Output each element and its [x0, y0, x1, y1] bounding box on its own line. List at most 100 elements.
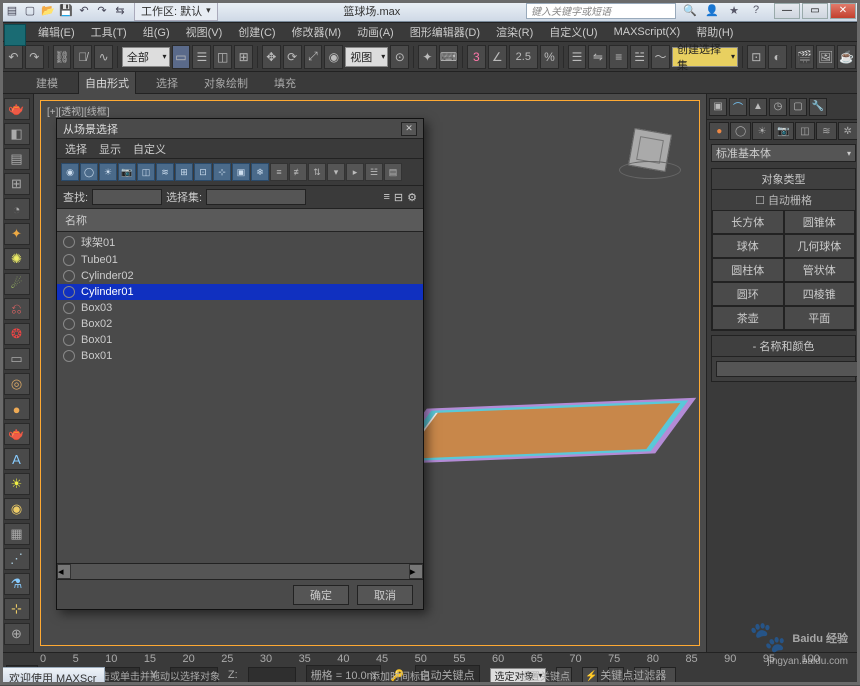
search-icon[interactable]: 🔍 [682, 4, 698, 17]
menu-animation[interactable]: 动画(A) [349, 24, 402, 40]
prim-cylinder-button[interactable]: 圆柱体 [712, 258, 784, 282]
teapot2-icon[interactable]: 🫖 [4, 423, 30, 445]
select-region-button[interactable]: ◫ [213, 45, 232, 69]
filter-helper-icon[interactable]: ◫ [137, 163, 155, 181]
scene-floor-object[interactable] [399, 402, 683, 460]
filter-geom-icon[interactable]: ◉ [61, 163, 79, 181]
minimize-button[interactable]: — [774, 3, 800, 19]
biped-icon[interactable]: ⚗ [4, 573, 30, 595]
menu-modifiers[interactable]: 修改器(M) [284, 24, 350, 40]
omni-icon[interactable]: ◉ [4, 498, 30, 520]
workspace-dropdown[interactable]: 工作区: 默认 [134, 1, 218, 21]
help-icon[interactable]: ? [748, 4, 764, 17]
bind-spacewarp-button[interactable]: ∿ [94, 45, 113, 69]
camera-icon[interactable]: ☄ [4, 273, 30, 295]
filter-xref-icon[interactable]: ⊡ [194, 163, 212, 181]
selset-input[interactable] [206, 189, 306, 205]
scale-button[interactable]: ⤢ [304, 45, 323, 69]
clock-icon[interactable]: ◷ [769, 98, 787, 116]
cameras-tab-icon[interactable]: 📷 [773, 122, 793, 140]
list-h-scrollbar[interactable]: ◂ ▸ [57, 563, 423, 579]
list-item[interactable]: Tube01 [57, 252, 423, 268]
schematic-view-button[interactable]: ⊡ [747, 45, 766, 69]
scroll-right-button[interactable]: ▸ [409, 564, 423, 579]
help-search-input[interactable]: 键入关键字或短语 [526, 3, 676, 19]
list-column-name[interactable]: 名称 [57, 208, 423, 232]
snap-toggle-button[interactable]: 3 [467, 45, 486, 69]
motion-icon[interactable]: ⊞ [4, 173, 30, 195]
list-item[interactable]: 球架01 [57, 232, 423, 252]
teapot-icon[interactable]: 🫖 [4, 98, 30, 120]
list-view-icon[interactable]: ≡ [383, 191, 389, 203]
maximize-button[interactable]: ▭ [802, 3, 828, 19]
key-filter-button[interactable]: ⚡ 关键点过滤器 [585, 667, 666, 683]
filter-shape-icon[interactable]: ◯ [80, 163, 98, 181]
list-item[interactable]: Box01 [57, 348, 423, 364]
redo-icon[interactable]: ↷ [94, 3, 110, 19]
menu-customize[interactable]: 自定义(U) [541, 24, 605, 40]
list-item[interactable]: Box02 [57, 316, 423, 332]
viewcube-ring[interactable] [619, 161, 681, 179]
menu-views[interactable]: 视图(V) [178, 24, 231, 40]
prim-teapot-button[interactable]: 茶壶 [712, 306, 784, 330]
display-all-icon[interactable]: ≡ [270, 163, 288, 181]
render-button[interactable]: ☕ [837, 45, 856, 69]
dialog-menu-display[interactable]: 显示 [99, 141, 121, 157]
object-name-input[interactable] [716, 361, 860, 377]
tab-freeform[interactable]: 自由形式 [78, 71, 136, 94]
pivot-button[interactable]: ⊙ [390, 45, 409, 69]
open-icon[interactable]: 📂 [40, 3, 56, 19]
object-type-header[interactable]: 对象类型 [712, 169, 855, 190]
tab-object-paint[interactable]: 对象绘制 [198, 72, 254, 94]
rendered-frame-button[interactable]: 🖼 [816, 45, 835, 69]
scroll-left-button[interactable]: ◂ [57, 564, 71, 579]
prim-plane-button[interactable]: 平面 [784, 306, 856, 330]
dock-icon[interactable]: ▣ [709, 98, 727, 116]
dialog-close-button[interactable]: ✕ [401, 122, 417, 136]
display-icon[interactable]: ◔ [4, 198, 30, 220]
menu-tools[interactable]: 工具(T) [83, 24, 135, 40]
redo-button[interactable]: ↷ [25, 45, 44, 69]
geometry-tab-icon[interactable]: ● [709, 122, 729, 140]
ok-button[interactable]: 确定 [293, 585, 349, 605]
viewport-label[interactable]: [+][透视][线框] [47, 103, 110, 118]
move-button[interactable]: ✥ [262, 45, 281, 69]
list-item[interactable]: Cylinder02 [57, 268, 423, 284]
select-by-name-button[interactable]: ☰ [192, 45, 211, 69]
setkey-button[interactable]: 设置关键点 [520, 668, 570, 683]
name-color-header[interactable]: - 名称和颜色 [712, 336, 855, 357]
filter-group-icon[interactable]: ⊞ [175, 163, 193, 181]
curve-editor-button[interactable]: 〜 [651, 45, 670, 69]
list-item[interactable]: Box01 [57, 332, 423, 348]
menu-maxscript[interactable]: MAXScript(X) [606, 26, 689, 38]
target-icon[interactable]: ▦ [4, 523, 30, 545]
display-invert-icon[interactable]: ⇅ [308, 163, 326, 181]
expand-all-icon[interactable]: ▾ [327, 163, 345, 181]
close-button[interactable]: ✕ [830, 3, 856, 19]
render-setup-button[interactable]: 🎬 [795, 45, 814, 69]
helper-icon[interactable]: ⎌ [4, 298, 30, 320]
manipulate-button[interactable]: ✦ [418, 45, 437, 69]
filter-frozen-icon[interactable]: ❄ [251, 163, 269, 181]
list-item[interactable]: Box03 [57, 300, 423, 316]
config-icon[interactable]: ⚙ [407, 191, 417, 204]
mirror-button[interactable]: ⇋ [588, 45, 607, 69]
systems-tab-icon[interactable]: ✲ [838, 122, 858, 140]
helpers-tab-icon[interactable]: ◫ [795, 122, 815, 140]
prim-geosphere-button[interactable]: 几何球体 [784, 234, 856, 258]
welcome-panel[interactable]: 欢迎使用 MAXScr [0, 667, 105, 685]
systems-icon[interactable]: ▭ [4, 348, 30, 370]
filter-spacewarp-icon[interactable]: ≋ [156, 163, 174, 181]
app-logo-icon[interactable] [4, 24, 26, 46]
new-icon[interactable]: ▢ [22, 3, 38, 19]
spacewarps-icon[interactable]: ❂ [4, 323, 30, 345]
prim-sphere-button[interactable]: 球体 [712, 234, 784, 258]
collapse-all-icon[interactable]: ▸ [346, 163, 364, 181]
menu-edit[interactable]: 编辑(E) [30, 24, 83, 40]
primitive-category-dropdown[interactable]: 标准基本体 [711, 144, 856, 162]
selection-filter-dropdown[interactable]: 全部 [122, 47, 170, 67]
filter-container-icon[interactable]: ▣ [232, 163, 250, 181]
utilities-icon[interactable]: ✦ [4, 223, 30, 245]
angle-snap-button[interactable]: ∠ [488, 45, 507, 69]
prim-cone-button[interactable]: 圆锥体 [784, 210, 856, 234]
